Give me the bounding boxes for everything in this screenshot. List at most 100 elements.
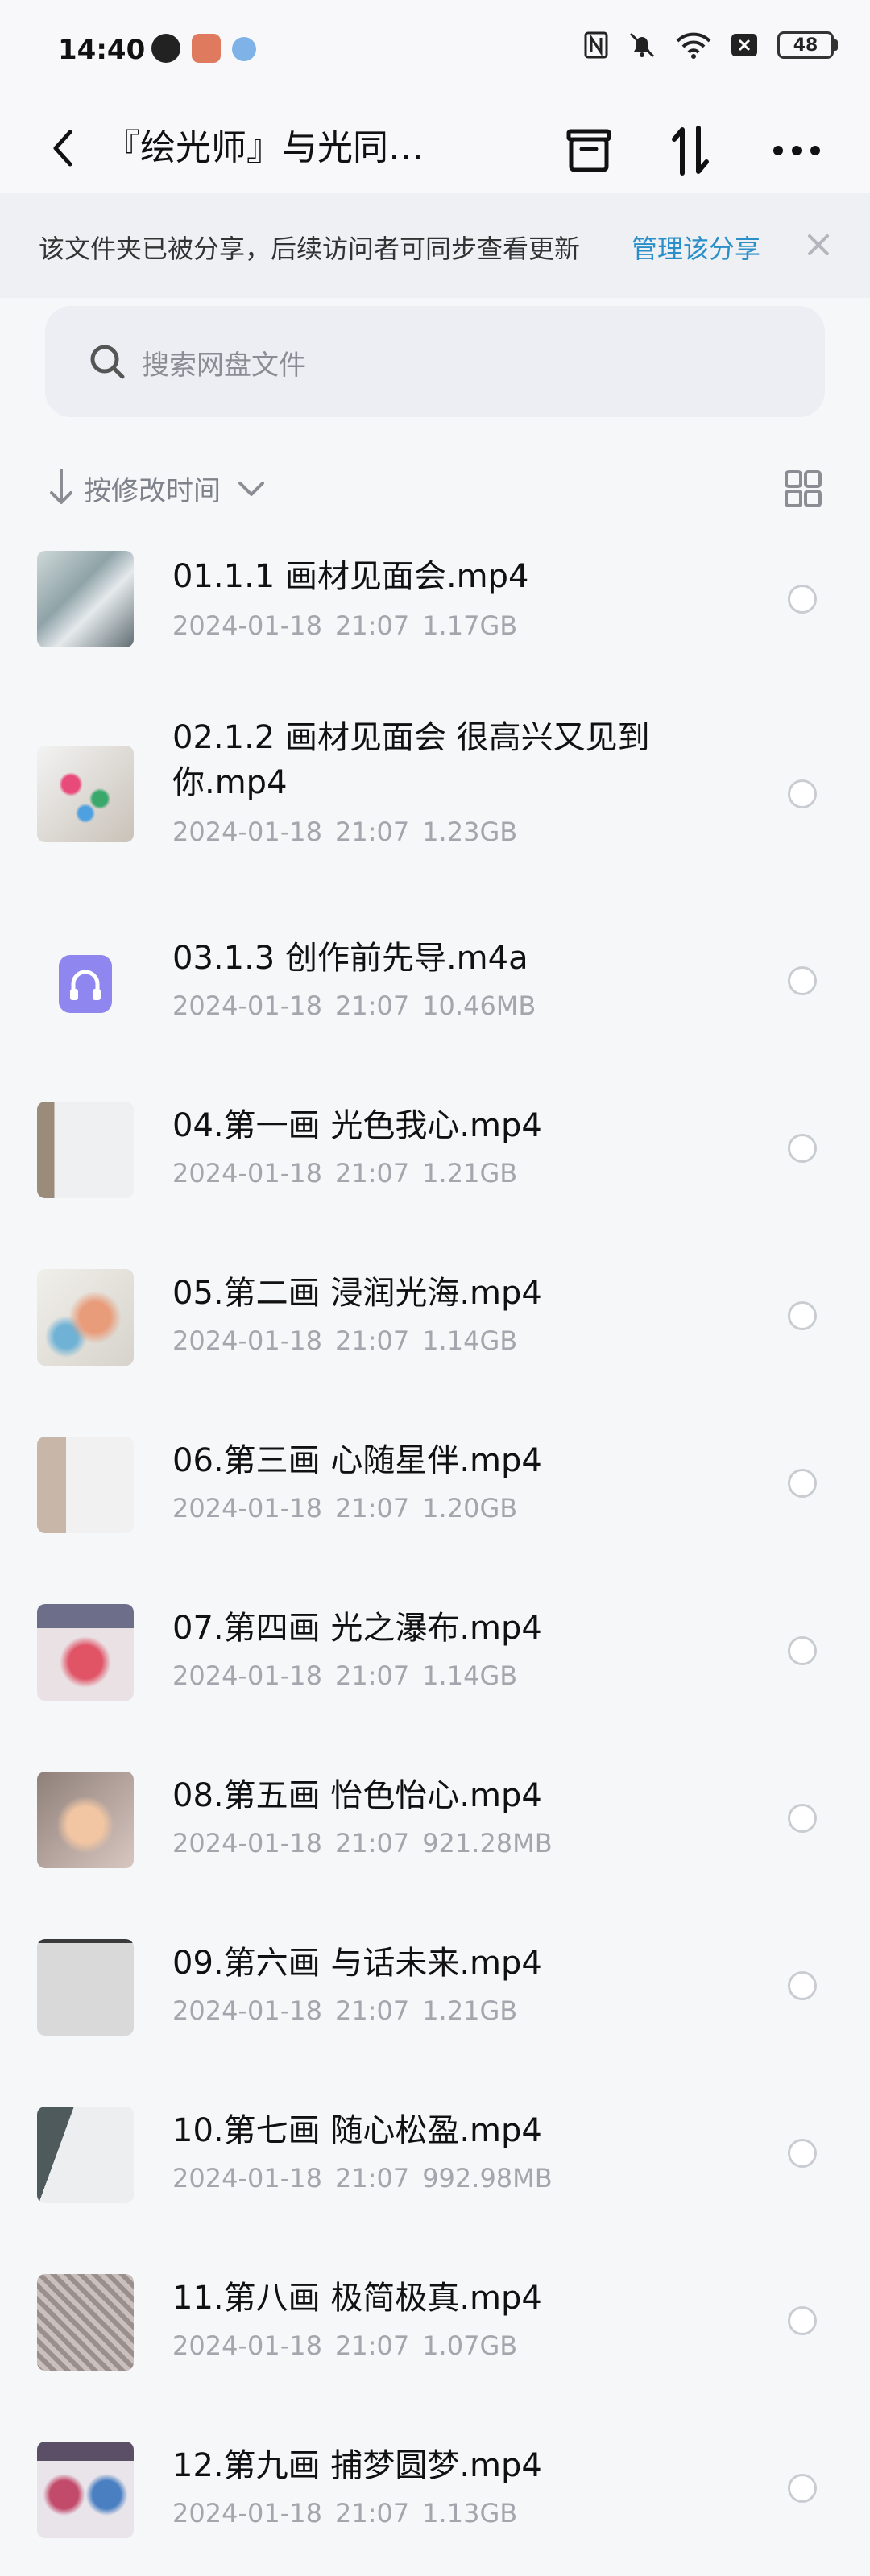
file-size: 1.07GB xyxy=(422,2330,518,2361)
file-item[interactable]: 01.1.1 画材见面会.mp4 2024-01-18 21:07 1.17GB xyxy=(0,531,870,693)
select-checkbox[interactable] xyxy=(788,1971,817,2000)
search-placeholder: 搜索网盘文件 xyxy=(142,349,306,382)
file-time: 21:07 xyxy=(334,1158,410,1189)
file-name: 08.第五画 怡色怡心.mp4 xyxy=(172,1777,542,1814)
status-time: 14:40 xyxy=(58,34,146,66)
file-item[interactable]: 02.1.2 画材见面会 很高兴又见到你.mp4 2024-01-18 21:07… xyxy=(0,693,870,900)
file-item[interactable]: 04.第一画 光色我心.mp4 2024-01-18 21:07 1.21GB xyxy=(0,1068,870,1235)
video-thumbnail xyxy=(37,1437,134,1533)
file-date: 2024-01-18 xyxy=(172,610,322,641)
select-checkbox[interactable] xyxy=(788,966,817,995)
cloud-app-icon xyxy=(232,37,256,61)
file-date: 2024-01-18 xyxy=(172,1325,322,1356)
file-name: 11.第八画 极简极真.mp4 xyxy=(172,2280,542,2317)
status-right-icons: 48 xyxy=(584,31,838,60)
file-meta: 2024-01-18 21:07 921.28MB xyxy=(172,1828,553,1859)
back-button[interactable] xyxy=(37,122,89,174)
sort-transfer-icon xyxy=(672,126,709,176)
file-item[interactable]: 05.第二画 浸润光海.mp4 2024-01-18 21:07 1.14GB xyxy=(0,1235,870,1403)
select-checkbox[interactable] xyxy=(788,1469,817,1498)
sort-dropdown[interactable]: 按修改时间 xyxy=(84,469,221,508)
video-thumbnail xyxy=(37,1772,134,1868)
mute-bell-icon xyxy=(629,32,655,58)
grid-view-icon[interactable] xyxy=(783,469,823,509)
folder-title: 『绘光师』与光同… xyxy=(105,127,424,168)
search-input[interactable]: 搜索网盘文件 xyxy=(45,306,825,417)
select-checkbox[interactable] xyxy=(788,1301,817,1330)
select-checkbox[interactable] xyxy=(788,2139,817,2168)
file-date: 2024-01-18 xyxy=(172,2163,322,2194)
file-date: 2024-01-18 xyxy=(172,817,322,847)
select-checkbox[interactable] xyxy=(788,1636,817,1665)
file-item[interactable]: 12.第九画 捕梦圆梦.mp4 2024-01-18 21:07 1.13GB xyxy=(0,2408,870,2575)
file-name: 10.第七画 随心松盈.mp4 xyxy=(172,2112,542,2149)
file-meta: 2024-01-18 21:07 1.21GB xyxy=(172,1995,517,2026)
more-icon xyxy=(773,146,820,155)
video-thumbnail xyxy=(37,2107,134,2203)
file-time: 21:07 xyxy=(334,2330,410,2361)
video-thumbnail xyxy=(37,1102,134,1198)
file-meta: 2024-01-18 21:07 1.17GB xyxy=(172,610,517,641)
file-meta: 2024-01-18 21:07 1.07GB xyxy=(172,2330,517,2361)
file-item[interactable]: 08.第五画 怡色怡心.mp4 2024-01-18 21:07 921.28MB xyxy=(0,1738,870,1905)
battery-level: 48 xyxy=(777,31,834,59)
file-item[interactable]: 10.第七画 随心松盈.mp4 2024-01-18 21:07 992.98MB xyxy=(0,2073,870,2240)
file-meta: 2024-01-18 21:07 1.20GB xyxy=(172,1493,517,1524)
video-thumbnail xyxy=(37,1604,134,1701)
file-time: 21:07 xyxy=(334,2163,410,2194)
video-thumbnail xyxy=(37,1269,134,1366)
battery-tip xyxy=(834,39,838,51)
more-button[interactable] xyxy=(768,122,825,179)
file-name: 12.第九画 捕梦圆梦.mp4 xyxy=(172,2447,542,2484)
file-date: 2024-01-18 xyxy=(172,1828,322,1859)
file-name: 04.第一画 光色我心.mp4 xyxy=(172,1107,542,1144)
file-meta: 2024-01-18 21:07 992.98MB xyxy=(172,2163,553,2194)
archive-button[interactable] xyxy=(561,122,617,179)
file-date: 2024-01-18 xyxy=(172,990,322,1021)
file-name: 06.第三画 心随星伴.mp4 xyxy=(172,1442,542,1479)
file-name: 02.1.2 画材见面会 很高兴又见到你.mp4 xyxy=(172,719,650,801)
file-item[interactable]: 03.1.3 创作前先导.m4a 2024-01-18 21:07 10.46MB xyxy=(0,900,870,1068)
file-name: 05.第二画 浸润光海.mp4 xyxy=(172,1275,542,1312)
chevron-down-icon[interactable] xyxy=(235,473,267,506)
file-item[interactable]: 07.第四画 光之瀑布.mp4 2024-01-18 21:07 1.14GB xyxy=(0,1570,870,1738)
file-size: 1.21GB xyxy=(422,1158,518,1189)
file-time: 21:07 xyxy=(334,817,410,847)
video-thumbnail xyxy=(37,2442,134,2538)
nav-bar: 『绘光师』与光同… xyxy=(0,105,870,193)
sort-arrow-down-icon xyxy=(50,469,72,504)
file-size: 1.13GB xyxy=(422,2498,518,2528)
file-time: 21:07 xyxy=(334,1493,410,1524)
select-checkbox[interactable] xyxy=(788,585,817,614)
select-checkbox[interactable] xyxy=(788,1134,817,1163)
robot-app-icon xyxy=(151,34,180,63)
select-checkbox[interactable] xyxy=(788,2474,817,2503)
select-checkbox[interactable] xyxy=(788,779,817,808)
file-time: 21:07 xyxy=(334,1995,410,2026)
file-meta: 2024-01-18 21:07 1.14GB xyxy=(172,1325,517,1356)
manage-share-link[interactable]: 管理该分享 xyxy=(632,229,760,266)
video-thumbnail xyxy=(37,2274,134,2371)
file-item[interactable]: 09.第六画 与话未来.mp4 2024-01-18 21:07 1.21GB xyxy=(0,1905,870,2073)
file-name: 03.1.3 创作前先导.m4a xyxy=(172,940,528,977)
share-banner: 该文件夹已被分享，后续访问者可同步查看更新 管理该分享 xyxy=(0,193,870,298)
file-meta: 2024-01-18 21:07 1.23GB xyxy=(172,817,517,847)
file-size: 992.98MB xyxy=(422,2163,553,2194)
file-time: 21:07 xyxy=(334,1660,410,1691)
file-item[interactable]: 06.第三画 心随星伴.mp4 2024-01-18 21:07 1.20GB xyxy=(0,1403,870,1570)
sort-order-button[interactable] xyxy=(662,122,719,179)
file-date: 2024-01-18 xyxy=(172,1493,322,1524)
back-arrow-icon xyxy=(53,130,72,167)
file-item[interactable]: 11.第八画 极简极真.mp4 2024-01-18 21:07 1.07GB xyxy=(0,2240,870,2408)
select-checkbox[interactable] xyxy=(788,2306,817,2335)
select-checkbox[interactable] xyxy=(788,1804,817,1833)
file-time: 21:07 xyxy=(334,2498,410,2528)
audio-file-icon-tile xyxy=(37,936,134,1032)
file-name: 01.1.1 画材见面会.mp4 xyxy=(172,558,529,595)
file-size: 1.20GB xyxy=(422,1493,518,1524)
nfc-icon xyxy=(584,31,608,59)
sort-bar: 按修改时间 xyxy=(0,459,870,515)
file-meta: 2024-01-18 21:07 1.13GB xyxy=(172,2498,517,2528)
close-banner-button[interactable] xyxy=(801,227,836,263)
file-date: 2024-01-18 xyxy=(172,2498,322,2528)
